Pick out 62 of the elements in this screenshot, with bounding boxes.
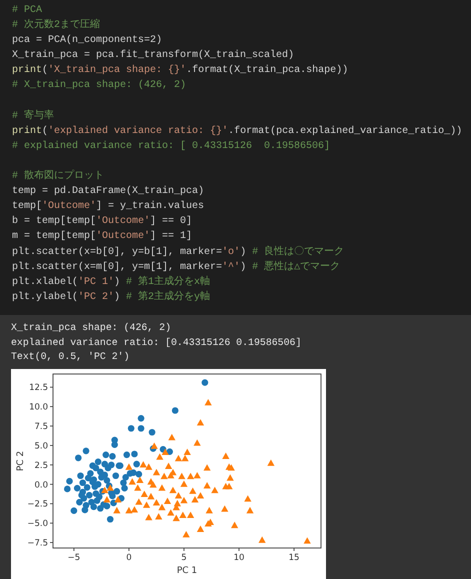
x-tick-label: 10 [234, 552, 244, 562]
y-tick-label: −5.0 [27, 518, 48, 529]
axis-label: PC 1 [176, 566, 198, 576]
data-point [138, 414, 144, 422]
data-point [194, 438, 201, 446]
code-line: plt.scatter(x=b[0], y=b[1], marker='o') # 良性は〇でマーク [12, 244, 346, 260]
data-point [304, 536, 311, 544]
data-point [172, 406, 178, 414]
data-point [148, 428, 156, 436]
data-point [203, 464, 211, 470]
data-point [267, 459, 275, 466]
code-line: # 寄与率 [12, 108, 56, 124]
data-point [221, 504, 228, 512]
code-line: # 散布図にプロット [12, 169, 106, 184]
axis-label: PC 2 [16, 450, 26, 471]
output-line: Text(0, 0.5, 'PC 2') [11, 350, 131, 364]
data-point [246, 506, 254, 513]
code-line: # X_train_pca shape: (426, 2) [12, 78, 188, 94]
data-point [258, 536, 266, 542]
y-tick-label: 10.0 [29, 402, 48, 412]
code-line: temp['Outcome'] = y_train.values [12, 200, 206, 214]
y-tick-label: 12.5 [29, 382, 48, 393]
x-tick-label: 5 [181, 552, 187, 562]
x-tick-label: −5 [68, 552, 80, 562]
data-point [145, 513, 152, 520]
code-line: pca = PCA(n_components=2) [12, 34, 164, 48]
code-line: m = temp[temp['Outcome'] == 1] [12, 230, 194, 244]
code-line: # explained variance ratio: [ 0.43315126 0.19586506] [12, 140, 332, 154]
y-tick-label: 2.5 [34, 460, 48, 470]
data-point [106, 515, 114, 522]
code-line: plt.scatter(x=m[0], y=m[1], marker='^') # 悪性は△でマーク [12, 260, 342, 275]
data-point [155, 512, 162, 520]
data-point [206, 506, 213, 513]
code-line: X_train_pca = pca.fit_transform(X_train_scaled) [12, 48, 296, 64]
data-point [226, 474, 234, 480]
y-tick-label: 5.0 [34, 440, 48, 451]
data-point [70, 506, 78, 514]
code-line: b = temp[temp['Outcome'] == 0] [12, 214, 194, 230]
code-line: plt.ylabel('PC 2') # 第2主成分をy軸 [12, 290, 212, 305]
y-tick-label: 7.5 [34, 422, 48, 432]
data-point [231, 521, 238, 528]
code-line: plt.xlabel('PC 1') # 第1主成分をx軸 [12, 274, 212, 290]
code-line: print('explained variance ratio: {}'.format(pca.explained_variance_ratio_)) [12, 124, 464, 139]
code-line: # PCA [12, 4, 44, 18]
y-tick-label: −2.5 [27, 499, 48, 510]
x-tick-label: 15 [288, 552, 300, 562]
code-line: temp = pd.DataFrame(X_train_pca) [12, 184, 206, 200]
code-line: # 次元数2まで圧縮 [12, 18, 102, 34]
data-point [128, 424, 134, 432]
data-point [138, 424, 144, 432]
data-point [168, 433, 176, 440]
x-tick-label: 0 [126, 552, 132, 562]
code-line: print('X_train_pca shape: {}'.format(X_train_pca.shape)) [12, 64, 350, 78]
y-tick-label: 0.0 [34, 480, 48, 490]
output-line: explained variance ratio: [0.43315126 0.19586506] [11, 336, 302, 350]
data-point [222, 452, 230, 458]
data-point [196, 418, 204, 426]
output-line: X_train_pca shape: (426, 2) [11, 321, 172, 335]
data-point [182, 530, 190, 537]
data-point [244, 494, 252, 502]
x-axis: −5 0 5 10 15 [68, 547, 300, 562]
y-tick-label: −7.5 [27, 538, 48, 548]
